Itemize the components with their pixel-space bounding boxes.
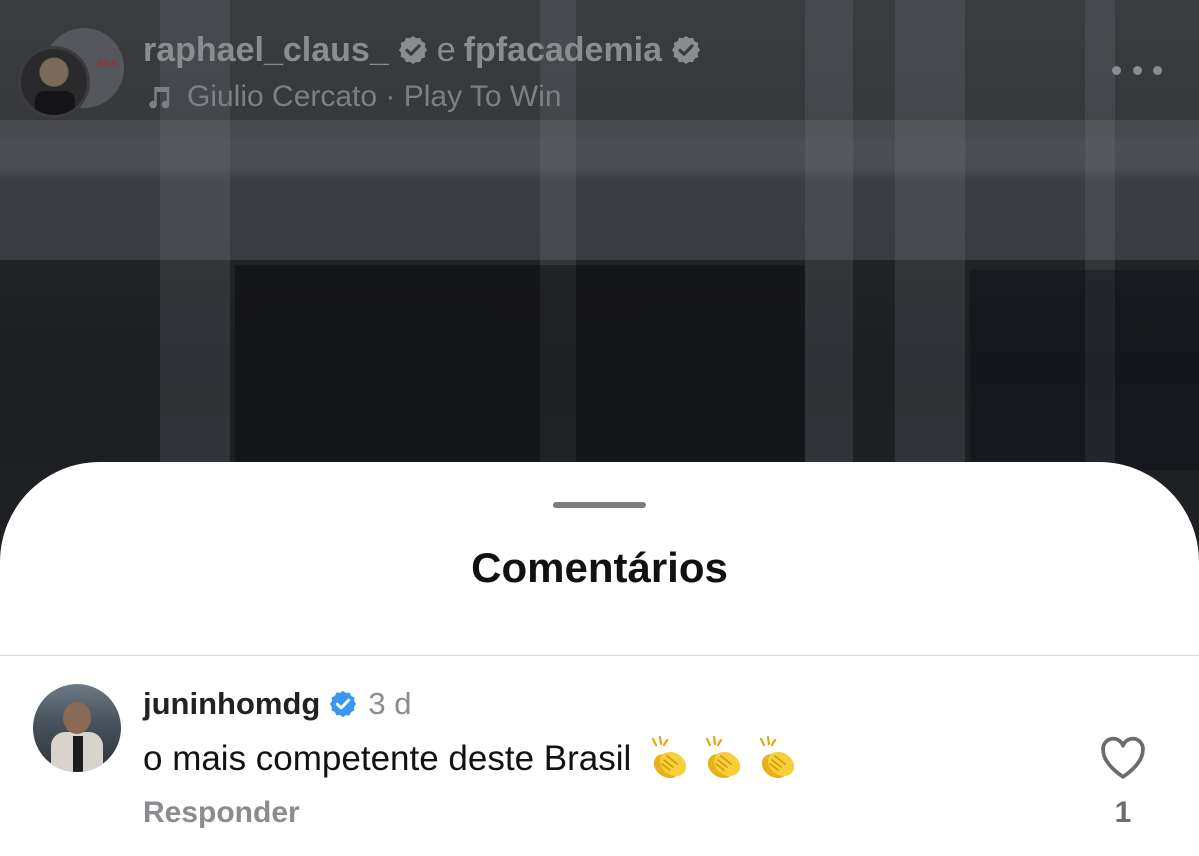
background-shadow bbox=[970, 270, 1199, 470]
more-dot bbox=[1112, 65, 1121, 75]
verified-badge-icon bbox=[672, 36, 701, 64]
more-dot bbox=[1153, 65, 1162, 75]
comment-username[interactable]: juninhomdg bbox=[143, 686, 320, 722]
comment-timestamp: 3 d bbox=[368, 686, 412, 721]
clap-emojis bbox=[645, 736, 807, 782]
heart-icon[interactable] bbox=[1098, 734, 1148, 780]
clapping-hands-icon bbox=[760, 736, 795, 779]
account-name-1[interactable]: raphael_claus_ bbox=[143, 31, 389, 70]
comments-sheet: Comentários juninhomdg 3 d o mais compet… bbox=[0, 462, 1199, 856]
sheet-drag-handle[interactable] bbox=[553, 502, 646, 508]
comment-text: o mais competente deste Brasil bbox=[143, 739, 632, 778]
more-dot bbox=[1132, 65, 1142, 75]
account-name-2[interactable]: fpfacademia bbox=[464, 31, 662, 70]
verified-badge-icon bbox=[330, 690, 357, 718]
avatar-figure bbox=[63, 702, 91, 734]
more-options-icon[interactable] bbox=[1112, 56, 1162, 84]
like-count: 1 bbox=[1114, 796, 1132, 829]
avatar-figure bbox=[35, 91, 75, 115]
collab-avatars[interactable]: MIA bbox=[18, 26, 124, 118]
comment-item: juninhomdg 3 d o mais competente deste B… bbox=[0, 656, 1199, 856]
sheet-title: Comentários bbox=[471, 544, 728, 591]
collab-title: raphael_claus_ e fpfacademia bbox=[143, 30, 702, 70]
avatar-raphael-claus[interactable] bbox=[18, 46, 90, 118]
avatar-figure bbox=[73, 736, 83, 772]
post-header: MIA raphael_claus_ e fpfacademia Giulio … bbox=[0, 0, 1199, 130]
music-attribution[interactable]: Giulio Cercato · Play To Win bbox=[143, 78, 562, 116]
music-text: Giulio Cercato · Play To Win bbox=[187, 80, 562, 113]
comment-meta: juninhomdg 3 d bbox=[143, 684, 411, 724]
commenter-avatar[interactable] bbox=[33, 684, 121, 772]
music-note-icon bbox=[149, 87, 170, 109]
clapping-hands-icon bbox=[706, 736, 741, 779]
comment-text-row: o mais competente deste Brasil bbox=[143, 736, 807, 782]
collab-joiner: e bbox=[436, 30, 456, 69]
avatar-logo-text: MIA bbox=[97, 58, 118, 70]
clapping-hands-icon bbox=[652, 736, 687, 779]
reply-button[interactable]: Responder bbox=[143, 796, 300, 830]
verified-badge-icon bbox=[398, 36, 427, 64]
background-shadow bbox=[235, 265, 805, 465]
